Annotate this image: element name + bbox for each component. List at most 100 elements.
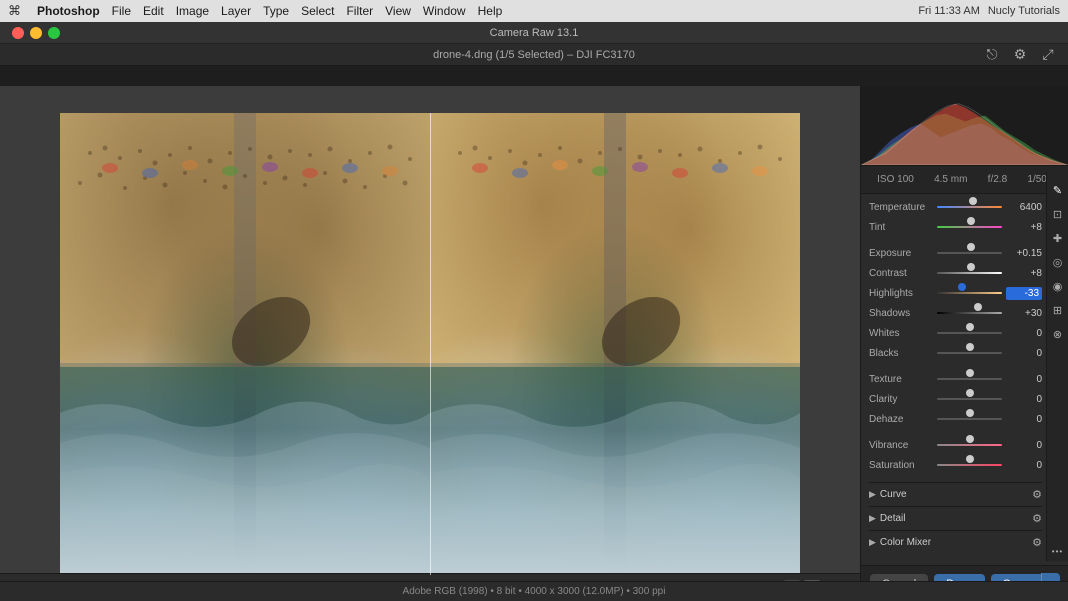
detail-settings-icon[interactable]: ⚙ (1032, 512, 1042, 525)
tint-label: Tint (869, 222, 933, 233)
menu-window[interactable]: Window (423, 4, 466, 18)
dehaze-row: Dehaze 0 (869, 412, 1042, 426)
temperature-row: Temperature 6400 (869, 200, 1042, 214)
cr-title-actions: ⎋ ⚙ ⤢ (982, 45, 1058, 65)
curve-section[interactable]: ▶ Curve ⚙ (869, 482, 1042, 506)
shadows-value: +30 (1006, 308, 1042, 319)
menu-layer[interactable]: Layer (221, 4, 251, 18)
highlights-label: Highlights (869, 288, 933, 299)
blacks-label: Blacks (869, 348, 933, 359)
curve-chevron: ▶ (869, 489, 876, 500)
histogram (861, 86, 1068, 166)
blacks-row: Blacks 0 (869, 346, 1042, 360)
vibrance-value: 0 (1006, 440, 1042, 451)
exposure-slider[interactable] (937, 246, 1002, 260)
contrast-slider[interactable] (937, 266, 1002, 280)
saturation-value: 0 (1006, 460, 1042, 471)
menu-filter[interactable]: Filter (346, 4, 373, 18)
menu-file[interactable]: File (112, 4, 131, 18)
temperature-slider[interactable] (937, 200, 1002, 214)
menu-view[interactable]: View (385, 4, 411, 18)
photo-split-divider[interactable] (430, 113, 431, 575)
apple-menu[interactable]: ⌘ (8, 3, 21, 19)
edit-tool-button[interactable]: ✎ (1048, 180, 1068, 200)
highlights-slider[interactable] (937, 286, 1002, 300)
clarity-label: Clarity (869, 394, 933, 405)
photo-canvas[interactable] (60, 113, 800, 575)
stamp-tool-button[interactable]: ⊗ (1048, 324, 1068, 344)
saturation-slider[interactable] (937, 458, 1002, 472)
layers-tool-button[interactable]: ⊞ (1048, 300, 1068, 320)
menu-help[interactable]: Help (478, 4, 503, 18)
mask-tool-button[interactable]: ◎ (1048, 252, 1068, 272)
tint-value: +8 (1006, 222, 1042, 233)
texture-row: Texture 0 (869, 372, 1042, 386)
menu-type[interactable]: Type (263, 4, 289, 18)
contrast-value: +8 (1006, 268, 1042, 279)
settings-icon[interactable]: ⚙ (1010, 45, 1030, 65)
menubar-right: Fri 11:33 AM Nucly Tutorials (918, 5, 1060, 17)
canvas-area: Fit (46.6%) 100% ☆ ☆ ☆ ☆ ☆ ⚑ (0, 86, 860, 601)
adjustments-panel: Temperature 6400 Tint +8 (861, 194, 1068, 565)
photo-after (430, 113, 800, 575)
right-panel: ISO 100 4.5 mm f/2.8 1/50s ✎ ⊡ ✚ ◎ ◉ ⊞ ⊗… (860, 86, 1068, 601)
vibrance-slider[interactable] (937, 438, 1002, 452)
traffic-lights (12, 22, 60, 43)
whites-value: 0 (1006, 328, 1042, 339)
saturation-label: Saturation (869, 460, 933, 471)
vibrance-label: Vibrance (869, 440, 933, 451)
color-mixer-section[interactable]: ▶ Color Mixer ⚙ (869, 530, 1042, 554)
color-mixer-chevron: ▶ (869, 537, 876, 548)
shadows-label: Shadows (869, 308, 933, 319)
menu-select[interactable]: Select (301, 4, 334, 18)
dehaze-label: Dehaze (869, 414, 933, 425)
dehaze-value: 0 (1006, 414, 1042, 425)
cameraraw-titlebar: drone-4.dng (1/5 Selected) – DJI FC3170 … (0, 44, 1068, 66)
minimize-button[interactable] (30, 27, 42, 39)
whites-slider[interactable] (937, 326, 1002, 340)
shadows-row: Shadows +30 (869, 306, 1042, 320)
main-area: Fit (46.6%) 100% ☆ ☆ ☆ ☆ ☆ ⚑ (0, 86, 1068, 601)
highlights-row: Highlights -33 (869, 286, 1042, 300)
color-mixer-label: Color Mixer (880, 537, 1028, 548)
more-tools-button[interactable]: ••• (1048, 541, 1068, 561)
vibrance-row: Vibrance 0 (869, 438, 1042, 452)
clarity-slider[interactable] (937, 392, 1002, 406)
highlights-value[interactable]: -33 (1006, 287, 1042, 300)
detail-chevron: ▶ (869, 513, 876, 524)
shadows-slider[interactable] (937, 306, 1002, 320)
share-icon[interactable]: ⎋ (982, 45, 1002, 65)
contrast-label: Contrast (869, 268, 933, 279)
detail-section[interactable]: ▶ Detail ⚙ (869, 506, 1042, 530)
photo-before (60, 113, 430, 575)
menu-edit[interactable]: Edit (143, 4, 164, 18)
contrast-row: Contrast +8 (869, 266, 1042, 280)
panel-toolbar: ✎ ⊡ ✚ ◎ ◉ ⊞ ⊗ ••• (1046, 172, 1068, 561)
aperture-value: f/2.8 (988, 174, 1007, 185)
tint-row: Tint +8 (869, 220, 1042, 234)
exposure-row: Exposure +0.15 (869, 246, 1042, 260)
fullscreen-button[interactable] (48, 27, 60, 39)
clarity-row: Clarity 0 (869, 392, 1042, 406)
close-button[interactable] (12, 27, 24, 39)
dehaze-slider[interactable] (937, 412, 1002, 426)
eye-tool-button[interactable]: ◉ (1048, 276, 1068, 296)
tint-slider[interactable] (937, 220, 1002, 234)
menu-photoshop[interactable]: Photoshop (37, 4, 100, 18)
whites-label: Whites (869, 328, 933, 339)
exposure-label: Exposure (869, 248, 933, 259)
color-mixer-settings-icon[interactable]: ⚙ (1032, 536, 1042, 549)
curve-settings-icon[interactable]: ⚙ (1032, 488, 1042, 501)
status-bar: Adobe RGB (1998) • 8 bit • 4000 x 3000 (… (0, 581, 1068, 601)
user-account: Nucly Tutorials (988, 5, 1060, 17)
menu-image[interactable]: Image (176, 4, 209, 18)
heal-tool-button[interactable]: ✚ (1048, 228, 1068, 248)
clock: Fri 11:33 AM (918, 5, 980, 17)
detail-label: Detail (880, 513, 1028, 524)
iso-value: ISO 100 (877, 174, 914, 185)
texture-slider[interactable] (937, 372, 1002, 386)
blacks-slider[interactable] (937, 346, 1002, 360)
fullscreen-icon[interactable]: ⤢ (1038, 45, 1058, 65)
crop-tool-button[interactable]: ⊡ (1048, 204, 1068, 224)
temperature-label: Temperature (869, 202, 933, 213)
